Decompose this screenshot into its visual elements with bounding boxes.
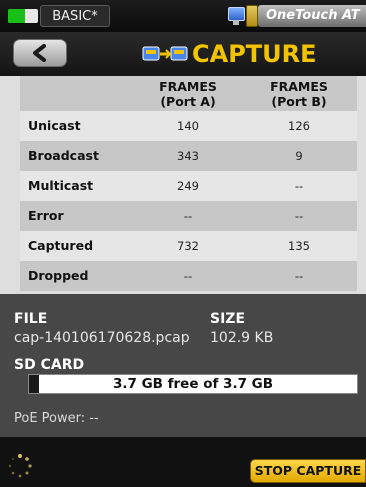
- row-label: Error: [28, 208, 64, 223]
- table-row: Multicast 249 --: [20, 171, 357, 201]
- footer-bar: STOP CAPTURE: [0, 437, 366, 487]
- sd-card-usage-bar: 3.7 GB free of 3.7 GB: [28, 374, 358, 394]
- port-a-value: 732: [177, 239, 199, 253]
- frame-stats-table: FRAMES (Port A) FRAMES (Port B) Unicast …: [0, 76, 366, 294]
- monitor-icon: [228, 7, 245, 21]
- app-frame: BASIC* OneTouch AT CAPTURE FRAMES (Port …: [0, 0, 366, 487]
- file-label: FILE: [14, 311, 48, 327]
- back-arrow-icon: [33, 44, 46, 62]
- port-b-value: --: [294, 209, 304, 223]
- tools-icon[interactable]: [228, 5, 258, 27]
- page-title-group: CAPTURE: [142, 38, 317, 70]
- table-row: Broadcast 343 9: [20, 141, 357, 171]
- port-a-value: 140: [177, 119, 199, 133]
- row-label: Dropped: [28, 268, 89, 283]
- column-header-port-b: FRAMES (Port B): [270, 79, 328, 109]
- stop-capture-button[interactable]: STOP CAPTURE: [250, 459, 366, 483]
- sd-card-icon: [246, 5, 258, 27]
- port-b-value: 9: [295, 149, 303, 163]
- title-bar: CAPTURE: [0, 32, 366, 76]
- busy-spinner-icon: [8, 454, 32, 478]
- port-b-value: 126: [288, 119, 310, 133]
- table-row: Captured 732 135: [20, 231, 357, 261]
- file-info-panel: FILE SIZE cap-140106170628.pcap 102.9 KB…: [0, 294, 366, 437]
- port-b-value: 135: [288, 239, 310, 253]
- sd-card-label: SD CARD: [14, 357, 85, 373]
- page-title: CAPTURE: [192, 40, 317, 68]
- sd-card-usage-text: 3.7 GB free of 3.7 GB: [112, 376, 274, 392]
- row-label: Multicast: [28, 178, 94, 193]
- capture-icon: [142, 46, 188, 61]
- column-header-port-a: FRAMES (Port A): [159, 79, 217, 109]
- table-row: Error -- --: [20, 201, 357, 231]
- row-label: Broadcast: [28, 148, 99, 163]
- port-a-value: 249: [177, 179, 199, 193]
- port-a-value: --: [183, 269, 193, 283]
- poe-power-status: PoE Power: --: [14, 411, 99, 426]
- row-label: Captured: [28, 238, 94, 253]
- table-row: Unicast 140 126: [20, 111, 357, 141]
- profile-button[interactable]: BASIC*: [40, 5, 110, 27]
- row-label: Unicast: [28, 118, 81, 133]
- battery-level: [8, 9, 26, 23]
- size-label: SIZE: [210, 311, 246, 327]
- battery-icon: [8, 9, 38, 23]
- port-b-value: --: [294, 269, 304, 283]
- device-name-button[interactable]: OneTouch AT: [258, 5, 366, 27]
- status-bar: BASIC* OneTouch AT: [0, 0, 366, 32]
- table-row: Dropped -- --: [20, 261, 357, 291]
- port-a-value: --: [183, 209, 193, 223]
- file-name: cap-140106170628.pcap: [14, 330, 190, 346]
- back-button[interactable]: [13, 39, 67, 67]
- port-a-value: 343: [177, 149, 199, 163]
- port-b-value: --: [294, 179, 304, 193]
- table-header-row: FRAMES (Port A) FRAMES (Port B): [20, 76, 357, 111]
- file-size: 102.9 KB: [210, 330, 274, 346]
